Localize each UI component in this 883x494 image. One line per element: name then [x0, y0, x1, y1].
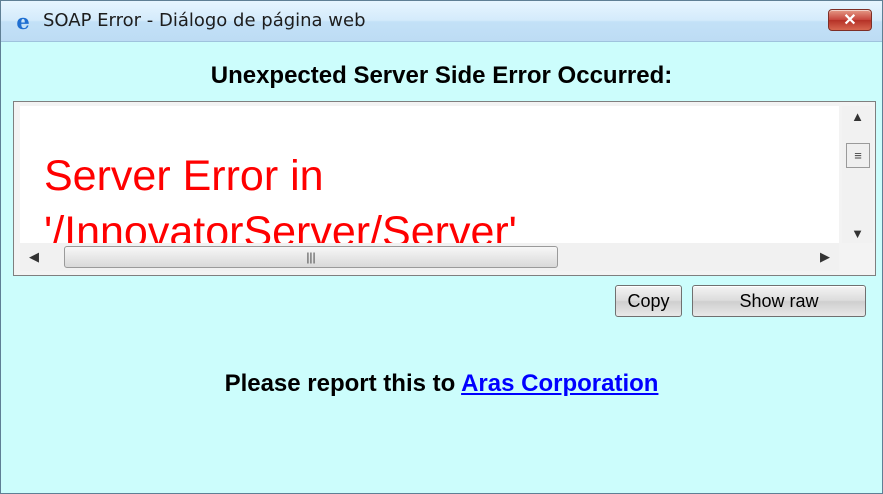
scroll-right-icon[interactable]: ▶ — [811, 243, 839, 271]
error-line-2: '/InnovatorServer/Server' — [44, 208, 517, 243]
scroll-down-icon[interactable]: ▼ — [842, 223, 873, 243]
window-title: SOAP Error - Diálogo de página web — [43, 10, 366, 31]
vertical-scroll-thumb[interactable]: ≡ — [846, 143, 870, 168]
soap-error-dialog: e SOAP Error - Diálogo de página web ✕ U… — [0, 0, 883, 494]
horizontal-scrollbar[interactable]: ◀ ||| ▶ — [20, 243, 839, 271]
close-button[interactable]: ✕ — [828, 9, 872, 31]
vertical-scrollbar[interactable]: ▲ ≡ ▼ — [842, 106, 873, 243]
scroll-up-icon[interactable]: ▲ — [842, 106, 873, 126]
error-details-frame: Server Error in '/InnovatorServer/Server… — [13, 101, 876, 276]
horizontal-scroll-thumb[interactable]: ||| — [64, 246, 558, 268]
error-viewport[interactable]: Server Error in '/InnovatorServer/Server… — [20, 106, 839, 243]
scroll-left-icon[interactable]: ◀ — [20, 243, 48, 271]
report-prefix: Please report this to — [224, 370, 462, 397]
close-icon: ✕ — [843, 12, 857, 29]
error-message: Server Error in '/InnovatorServer/Server… — [44, 148, 804, 243]
copy-button[interactable]: Copy — [615, 285, 682, 317]
title-bar[interactable]: e SOAP Error - Diálogo de página web ✕ — [1, 1, 882, 42]
error-heading: Unexpected Server Side Error Occurred: — [210, 62, 673, 89]
ie-icon: e — [16, 8, 30, 34]
show-raw-button[interactable]: Show raw — [692, 285, 866, 317]
aras-corporation-link[interactable]: Aras Corporation — [461, 370, 658, 397]
report-message: Please report this to Aras Corporation — [1, 370, 882, 398]
error-line-1: Server Error in — [44, 152, 324, 200]
dialog-content: Unexpected Server Side Error Occurred: S… — [1, 42, 882, 493]
